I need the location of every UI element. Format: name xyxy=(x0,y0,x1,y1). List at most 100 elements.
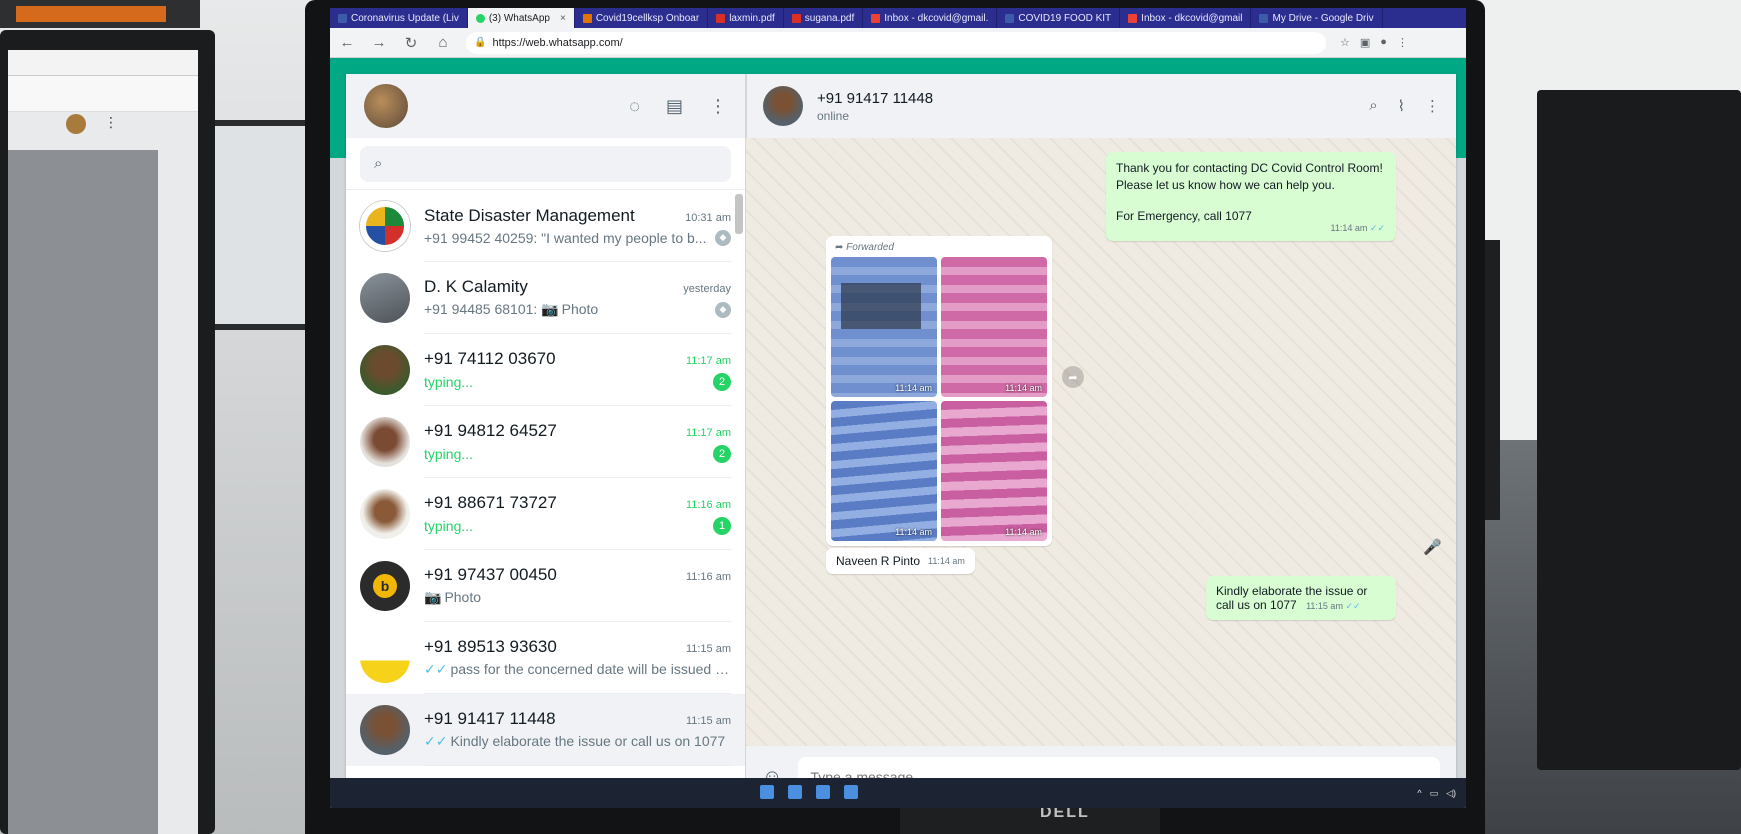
my-profile-avatar[interactable] xyxy=(364,84,408,128)
attach-icon[interactable]: ⌇ xyxy=(1398,97,1405,115)
browser-tab[interactable]: COVID19 FOOD KIT xyxy=(997,8,1121,28)
volume-icon[interactable]: ◁) xyxy=(1446,788,1456,799)
photo-thumbnail[interactable]: 11:14 am xyxy=(831,401,937,541)
reload-icon[interactable]: ↻ xyxy=(402,34,420,52)
forward-arrow-icon[interactable]: → xyxy=(370,34,388,51)
photo-grid: 11:14 am 11:14 am 11:14 am 11:14 am xyxy=(831,257,1047,541)
chat-preview: typing... xyxy=(424,518,473,534)
tab-label: (3) WhatsApp xyxy=(488,12,550,24)
chat-item-footer: +91 94485 68101: 📷 Photo ◆ xyxy=(424,301,731,318)
taskbar-app-icon[interactable] xyxy=(844,785,858,799)
outgoing-message[interactable]: Thank you for contacting DC Covid Contro… xyxy=(1106,152,1396,241)
chat-avatar xyxy=(360,273,410,323)
incoming-photo-album[interactable]: ➦ Forwarded 11:14 am 11:14 am 11:14 am 1… xyxy=(826,236,1052,546)
chat-avatar xyxy=(360,345,410,395)
star-icon[interactable]: ☆ xyxy=(1340,36,1350,49)
chat-list-item[interactable]: D. K Calamity yesterday +91 94485 68101: 📷… xyxy=(346,262,745,334)
tab-label: Inbox - dkcovid@gmail. xyxy=(884,12,989,24)
browser-tab[interactable]: My Drive - Google Driv xyxy=(1251,8,1383,28)
chat-avatar xyxy=(360,633,410,683)
contact-info[interactable]: +91 91417 11448 online xyxy=(817,90,1355,123)
chat-item-footer: typing... 1 xyxy=(424,516,731,535)
conversation-menu-icon[interactable]: ⋮ xyxy=(1425,97,1440,115)
chat-list-item[interactable]: b +91 97437 00450 11:16 am 📷 Photo xyxy=(346,550,745,622)
extension-icon[interactable]: ▣ xyxy=(1360,36,1370,49)
chat-preview-text: +91 99452 40259: "I wanted my people to … xyxy=(424,229,707,246)
search-input[interactable] xyxy=(398,155,699,172)
chat-preview: +91 99452 40259: "I wanted my people to … xyxy=(424,230,706,246)
chat-time: 11:15 am xyxy=(685,715,731,727)
read-ticks-icon: ✓✓ xyxy=(1369,223,1385,233)
doc-icon xyxy=(1005,13,1015,23)
chat-list-item[interactable]: +91 89513 93630 11:15 am ✓✓ pass for the co… xyxy=(346,622,745,694)
read-ticks-icon: ✓✓ xyxy=(424,733,448,749)
pdf-icon xyxy=(716,13,726,23)
search-messages-icon[interactable]: ⌕ xyxy=(1369,97,1377,115)
sidebar-menu-icon[interactable]: ⋮ xyxy=(709,96,727,117)
voice-message-icon[interactable]: 🎤 xyxy=(1423,538,1442,556)
photo-thumbnail[interactable]: 11:14 am xyxy=(831,257,937,397)
home-icon[interactable]: ⌂ xyxy=(434,34,452,51)
chat-item-body: +91 94812 64527 11:17 am typing... 2 xyxy=(424,406,731,478)
browser-tab[interactable]: (3) WhatsApp × xyxy=(467,8,575,28)
browser-tab[interactable]: laxmin.pdf xyxy=(708,8,784,28)
browser-tab[interactable]: Covid19cellksp Onboar xyxy=(575,8,709,28)
chat-preview-text: typing... xyxy=(424,445,474,462)
back-arrow-icon[interactable]: ← xyxy=(338,34,356,51)
browser-tab[interactable]: Inbox - dkcovid@gmail xyxy=(1120,8,1252,28)
sidebar-actions: ◌ ▤ ⋮ xyxy=(629,96,727,117)
forward-share-icon[interactable]: ➦ xyxy=(1062,366,1084,388)
pdf-icon xyxy=(791,13,801,23)
chat-list-item[interactable]: +91 88671 73727 11:16 am typing... 1 xyxy=(346,478,745,550)
photo-thumbnail[interactable]: 11:14 am xyxy=(941,257,1047,397)
message-meta: 11:15 am ✓✓ xyxy=(1306,601,1363,611)
network-icon[interactable]: ▭ xyxy=(1430,788,1439,799)
chat-item-body: +91 89513 93630 11:15 am ✓✓ pass for the co… xyxy=(424,622,731,694)
chat-name: +91 89513 93630 xyxy=(424,637,557,656)
browser-tab[interactable]: Inbox - dkcovid@gmail. xyxy=(863,8,998,28)
mail-icon xyxy=(1128,13,1138,23)
photo-thumbnail[interactable]: 11:14 am xyxy=(941,401,1047,541)
chat-name: +91 88671 73727 xyxy=(424,492,557,512)
chat-list-item[interactable]: +91 74112 03670 11:17 am typing... 2 xyxy=(346,334,745,406)
left-monitor-screen: ⋮ xyxy=(8,50,198,834)
mail-icon xyxy=(871,13,881,23)
browser-tab[interactable]: Coronavirus Update (Liv xyxy=(330,8,468,28)
chat-item-footer: ✓✓ pass for the concerned date will be is… xyxy=(424,661,731,678)
chat-item-body: +91 97437 00450 11:16 am 📷 Photo xyxy=(424,550,731,622)
conversation-actions: ⌕ ⌇ ⋮ xyxy=(1369,97,1440,115)
chat-list-item[interactable]: +91 91417 11448 11:15 am ✓✓ Kindly elaborat… xyxy=(346,694,745,766)
left-screen-body xyxy=(8,150,158,834)
media-label: Photo xyxy=(561,301,599,317)
message-time: 11:14 am xyxy=(928,556,965,566)
conversation-header[interactable]: +91 91417 11448 online ⌕ ⌇ ⋮ xyxy=(746,74,1456,138)
browser-menu-icon[interactable]: ⋮ xyxy=(1397,36,1408,49)
chat-list-item[interactable]: +91 94812 64527 11:17 am typing... 2 xyxy=(346,406,745,478)
outgoing-message[interactable]: Kindly elaborate the issue or call us on… xyxy=(1206,576,1396,620)
status-icon[interactable]: ◌ xyxy=(629,96,640,117)
new-chat-icon[interactable]: ▤ xyxy=(666,96,683,117)
chat-list-scrollbar[interactable] xyxy=(735,194,743,234)
chat-item-body: +91 91417 11448 11:15 am ✓✓ Kindly elaborat… xyxy=(424,694,731,766)
taskbar-app-icon[interactable] xyxy=(788,785,802,799)
profile-icon[interactable]: ● xyxy=(1380,36,1387,49)
photo-time: 11:14 am xyxy=(1005,383,1042,393)
chat-list-item[interactable]: State Disaster Management 10:31 am +91 994… xyxy=(346,190,745,262)
message-time: 11:14 am xyxy=(1330,223,1368,233)
browser-tab[interactable]: sugana.pdf xyxy=(784,8,864,28)
tab-label: Covid19cellksp Onboar xyxy=(595,12,700,24)
photo-time: 11:14 am xyxy=(895,383,932,393)
chat-item-header: State Disaster Management 10:31 am xyxy=(424,206,731,226)
message-time: 11:15 am xyxy=(1306,601,1343,611)
taskbar-app-icon[interactable] xyxy=(816,785,830,799)
conversation-panel: +91 91417 11448 online ⌕ ⌇ ⋮ Thank you f… xyxy=(746,74,1456,808)
chat-time: 11:15 am xyxy=(685,643,731,655)
taskbar-app-icon[interactable] xyxy=(760,785,774,799)
incoming-message[interactable]: Naveen R Pinto 11:14 am xyxy=(826,548,975,574)
contact-avatar[interactable] xyxy=(763,86,803,126)
tab-close-icon[interactable]: × xyxy=(560,13,566,24)
address-bar[interactable]: 🔒 https://web.whatsapp.com/ xyxy=(466,31,1326,54)
search-box[interactable]: ⌕ xyxy=(360,145,731,182)
tray-chevron-icon[interactable]: ^ xyxy=(1417,788,1421,798)
whatsapp-app: ◌ ▤ ⋮ ⌕ State Disaster Management 10:31 a… xyxy=(346,74,1456,808)
